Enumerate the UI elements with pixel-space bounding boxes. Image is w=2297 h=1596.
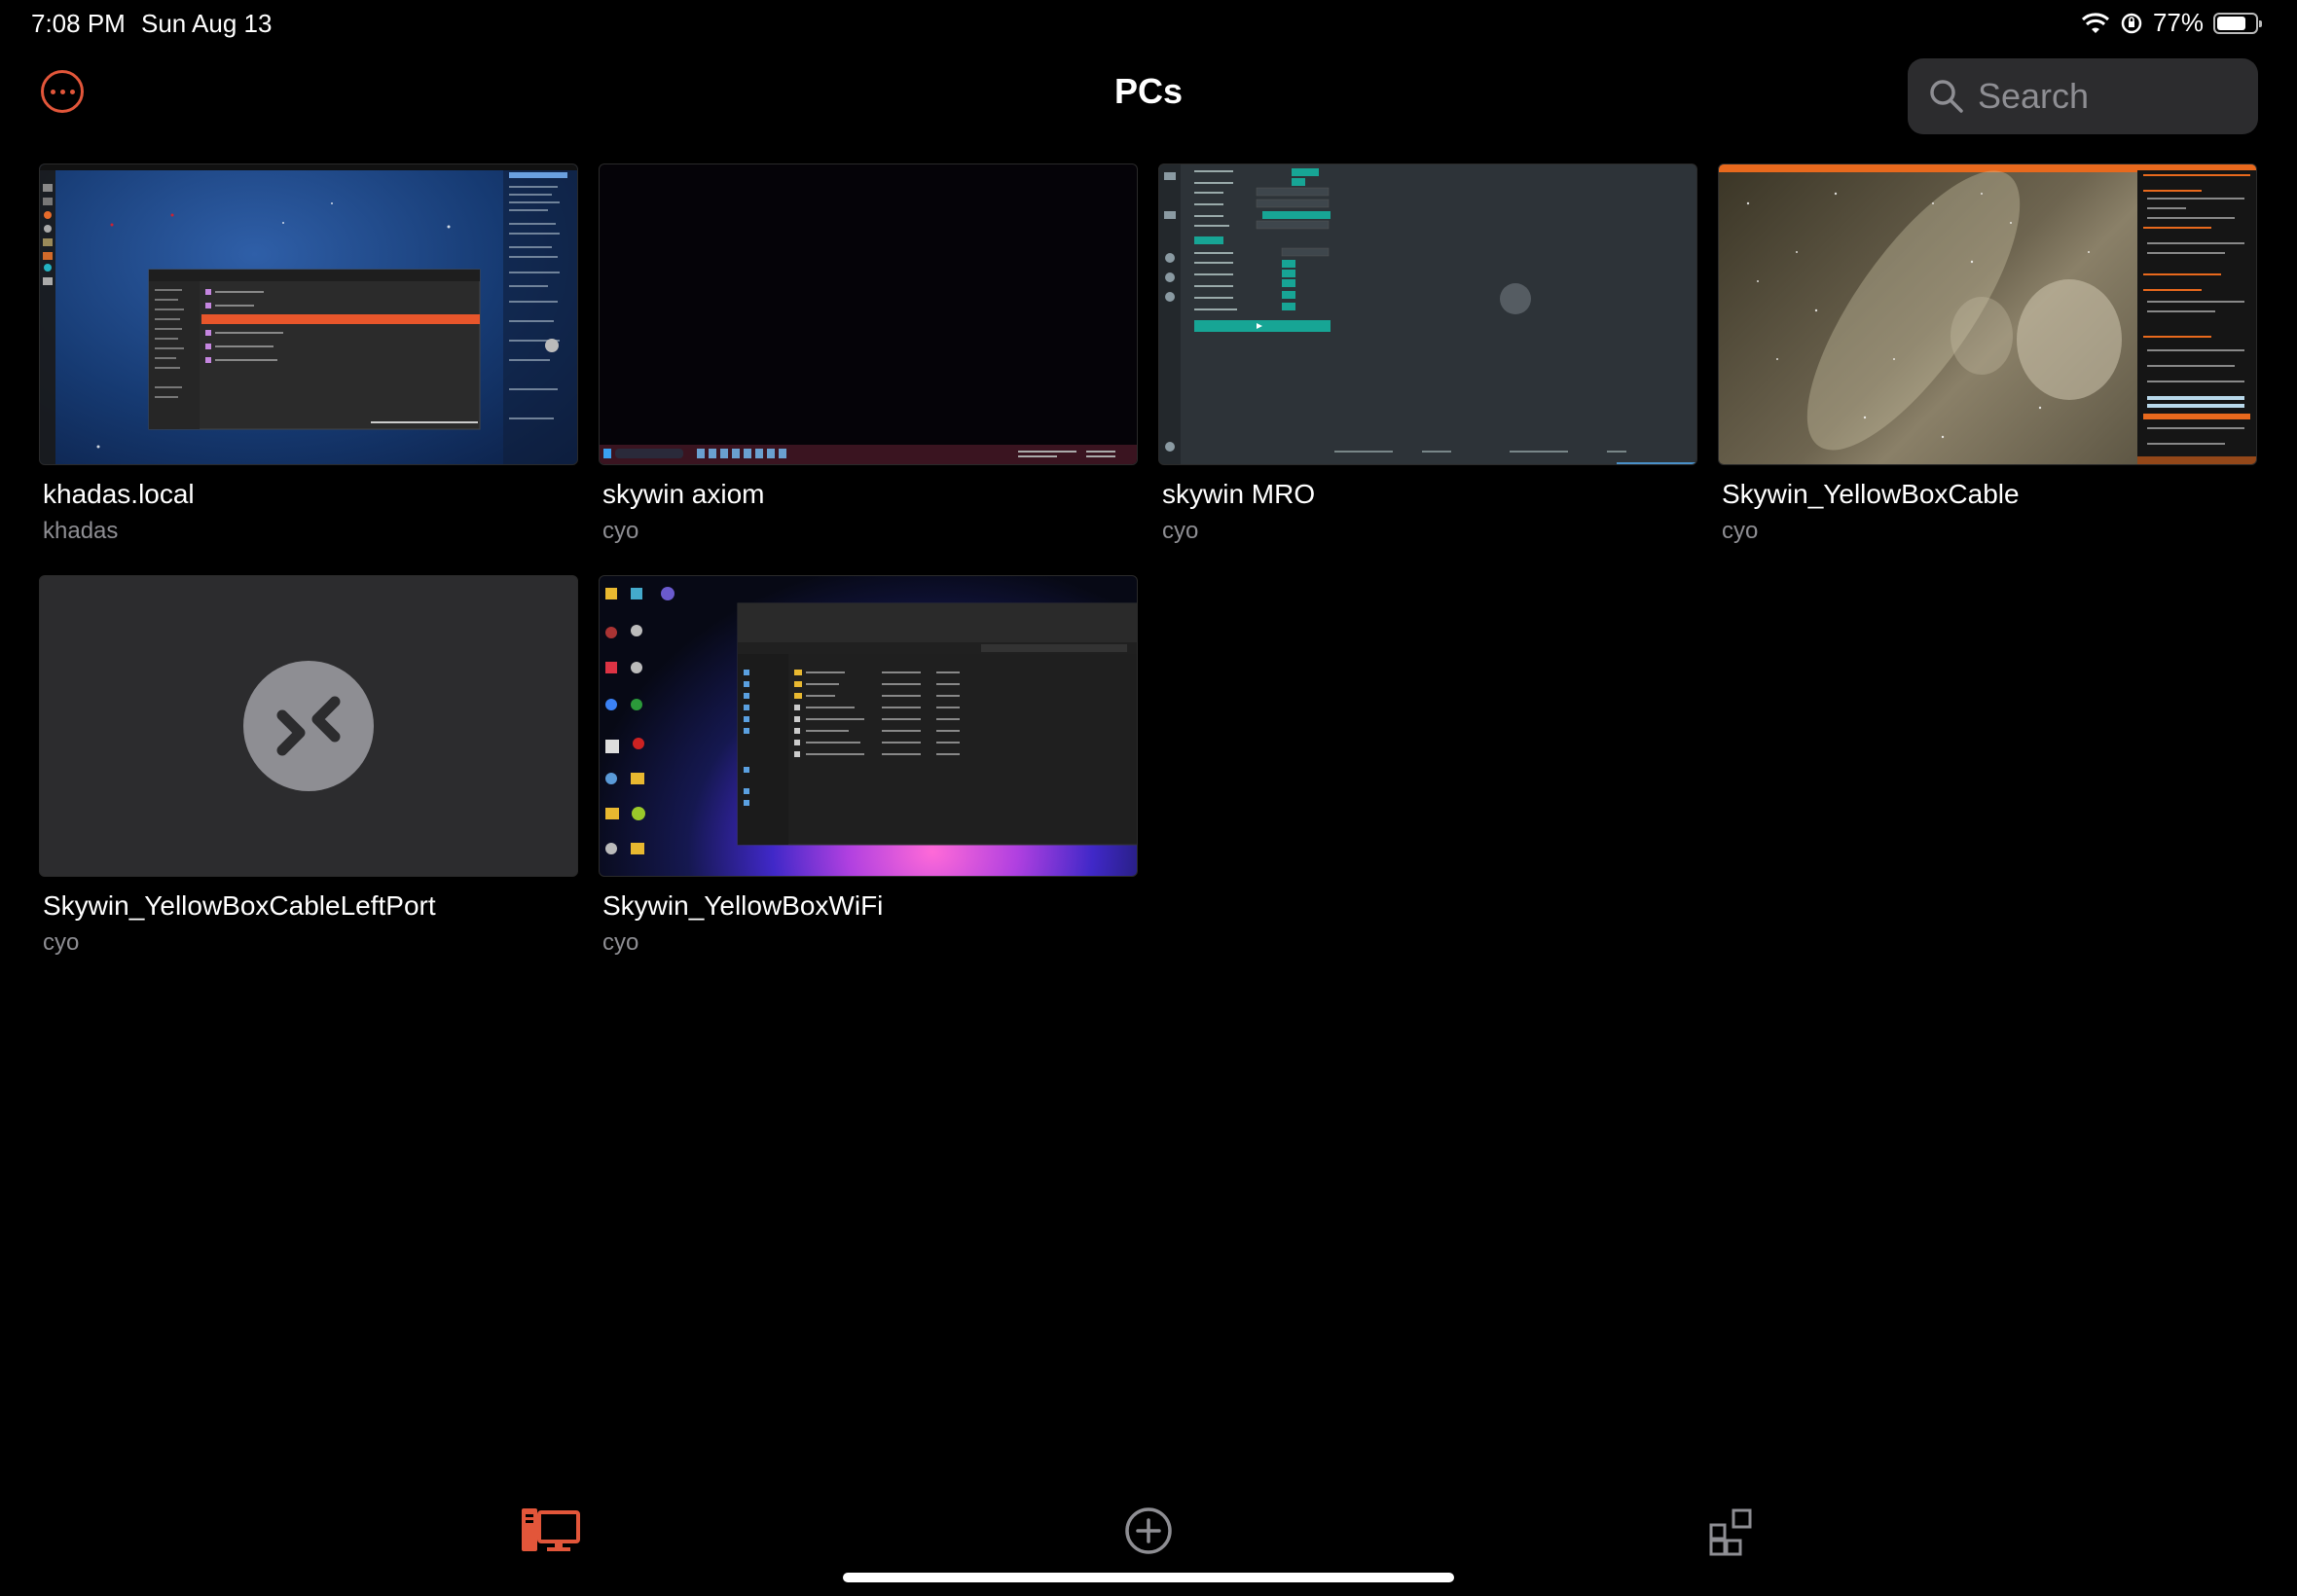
pc-name: skywin MRO bbox=[1162, 479, 1316, 509]
pc-thumbnail[interactable] bbox=[599, 163, 1138, 465]
pc-thumbnail[interactable] bbox=[39, 163, 578, 465]
pc-card-skywin-yellowboxwifi[interactable]: Skywin_YellowBoxWiFi cyo bbox=[599, 575, 1138, 957]
pc-user: cyo bbox=[43, 929, 80, 956]
pc-card-skywin-yellowboxcable[interactable]: Skywin_YellowBoxCable cyo bbox=[1718, 163, 2257, 545]
pc-thumbnail[interactable] bbox=[599, 575, 1138, 877]
apps-grid-icon bbox=[1709, 1508, 1752, 1556]
pc-card-skywin-yellowboxcableleftport[interactable]: Skywin_YellowBoxCableLeftPort cyo bbox=[39, 575, 578, 957]
search-box[interactable] bbox=[1908, 58, 2258, 134]
battery-percentage: 77% bbox=[2152, 8, 2204, 37]
pc-card-skywin-axiom[interactable]: skywin axiom cyo bbox=[599, 163, 1138, 545]
remote-desktop-icon bbox=[243, 661, 374, 791]
search-input[interactable] bbox=[1976, 75, 2233, 118]
tab-bar bbox=[0, 1479, 2297, 1596]
orientation-lock-icon bbox=[2121, 13, 2142, 33]
pc-name: Skywin_YellowBoxWiFi bbox=[602, 890, 884, 921]
pc-user: cyo bbox=[1162, 518, 1199, 544]
home-indicator[interactable] bbox=[843, 1573, 1454, 1582]
status-bar: 7:08 PM Sun Aug 13 77% bbox=[0, 0, 2297, 47]
status-indicators: 77% bbox=[2081, 8, 2262, 38]
add-circle-icon bbox=[1125, 1507, 1172, 1554]
tab-pcs[interactable] bbox=[520, 1506, 580, 1560]
pc-name: Skywin_YellowBoxCable bbox=[1722, 479, 2020, 509]
tab-add[interactable] bbox=[1124, 1506, 1173, 1560]
pc-card-khadas[interactable]: khadas.local khadas bbox=[39, 163, 578, 545]
pc-name: khadas.local bbox=[43, 479, 195, 509]
pc-name: skywin axiom bbox=[602, 479, 765, 509]
pc-card-skywin-mro[interactable]: skywin MRO cyo bbox=[1158, 163, 1697, 545]
battery-icon bbox=[2213, 12, 2262, 34]
status-time: 7:08 PM bbox=[31, 9, 126, 38]
pc-user: cyo bbox=[602, 518, 639, 544]
header: PCs bbox=[0, 54, 2297, 141]
wifi-icon bbox=[2081, 12, 2109, 33]
pc-user: khadas bbox=[43, 518, 119, 544]
pc-thumbnail[interactable] bbox=[39, 575, 578, 877]
pc-name: Skywin_YellowBoxCableLeftPort bbox=[43, 890, 436, 921]
pcs-icon bbox=[522, 1508, 580, 1551]
tab-apps[interactable] bbox=[1708, 1506, 1759, 1562]
status-date: Sun Aug 13 bbox=[141, 9, 273, 38]
pc-user: cyo bbox=[602, 929, 639, 956]
pc-thumbnail[interactable] bbox=[1158, 163, 1697, 465]
pc-user: cyo bbox=[1722, 518, 1759, 544]
search-icon bbox=[1930, 80, 1963, 113]
pc-thumbnail[interactable] bbox=[1718, 163, 2257, 465]
